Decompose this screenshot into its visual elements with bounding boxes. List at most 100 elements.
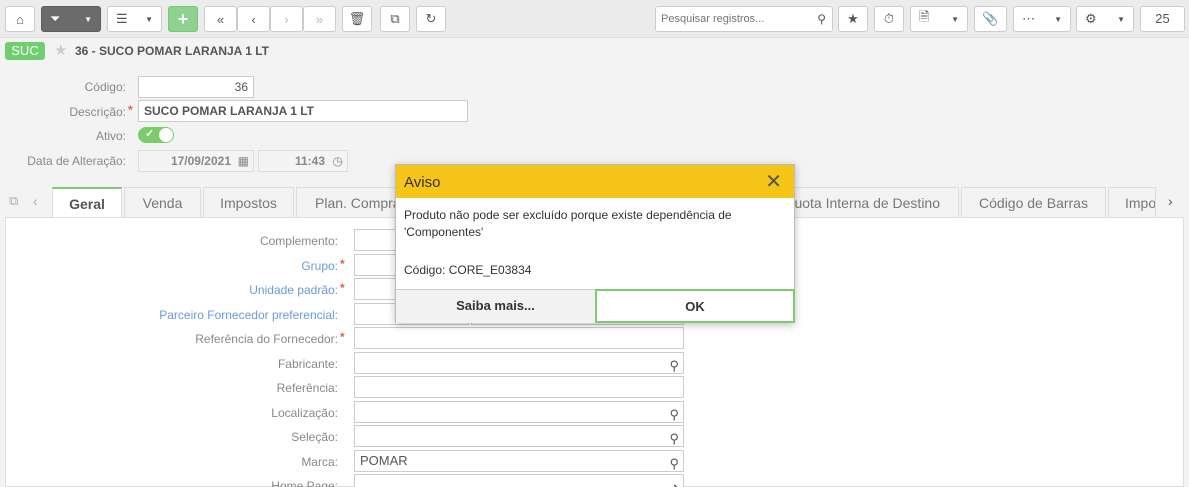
paperclip-icon: 📎 [982, 11, 999, 26]
previous-record-button[interactable]: ‹ [237, 6, 270, 32]
delete-button[interactable]: 🗑 [342, 6, 372, 32]
clock-icon: ◷ [332, 154, 343, 168]
unidade-padrao-label[interactable]: Unidade padrão: [6, 283, 338, 297]
codigo-field[interactable]: 36 [138, 76, 254, 98]
required-marker: * [340, 257, 345, 271]
learn-more-button[interactable]: Saiba mais... [396, 289, 595, 323]
close-icon[interactable]: ✕ [765, 169, 782, 194]
date-value: 17/09/2021 [170, 154, 231, 168]
tab-venda[interactable]: Venda [124, 187, 201, 217]
toggle-knob [159, 128, 173, 142]
arrow-right-icon[interactable]: ➜ [668, 478, 679, 487]
timer-button[interactable]: ⏱ [874, 6, 904, 32]
attachment-button[interactable]: 📎 [974, 6, 1007, 32]
fabricante-label: Fabricante: [277, 357, 338, 371]
codigo-label: Código: [84, 80, 126, 94]
search-icon[interactable]: ⚲ [817, 12, 826, 26]
home-button[interactable]: ⌂ [5, 6, 35, 32]
complemento-label: Complemento: [259, 234, 338, 248]
fabricante-field[interactable]: ⚲ [354, 352, 684, 374]
referencia-label: Referência: [276, 381, 338, 395]
warning-dialog: Aviso ✕ Produto não pode ser excluído po… [395, 164, 795, 323]
duplicate-button[interactable]: ⧉ [380, 6, 410, 32]
calendar-icon: ▦ [237, 154, 249, 168]
required-marker: * [340, 281, 345, 295]
dialog-message: Produto não pode ser excluído porque exi… [404, 208, 732, 239]
ok-button[interactable]: OK [595, 289, 795, 323]
required-marker: * [340, 330, 345, 344]
marca-value: POMAR [360, 453, 408, 468]
tab-geral[interactable]: Geral [52, 187, 122, 217]
refresh-icon: ↻ [425, 11, 437, 26]
star-icon: ★ [847, 11, 859, 26]
tab-codigo-barras[interactable]: Código de Barras [961, 187, 1106, 217]
selecao-label: Seleção: [291, 430, 338, 444]
data-alteracao-time: 11:43 ◷ [258, 150, 348, 172]
ellipsis-icon: ⋯ [1022, 11, 1035, 26]
search-input[interactable] [656, 7, 806, 31]
tab-impostos[interactable]: Impostos [203, 187, 294, 217]
more-actions-button[interactable]: ⋯ ▼ [1013, 6, 1071, 32]
double-chevron-left-icon: « [216, 11, 225, 27]
next-record-button[interactable]: › [270, 6, 303, 32]
referencia-field[interactable] [354, 376, 684, 398]
settings-button[interactable]: ⚙ ▼ [1076, 6, 1134, 32]
stopwatch-icon: ⏱ [883, 11, 895, 26]
dialog-title: Aviso [404, 174, 441, 191]
localizacao-label: Localização: [271, 406, 338, 420]
marca-field[interactable]: POMAR ⚲ [354, 450, 684, 472]
chevron-right-icon[interactable]: › [1168, 193, 1173, 209]
plus-icon: + [177, 8, 189, 29]
filter-icon: ⏷ [50, 11, 61, 26]
parceiro-fornecedor-label[interactable]: Parceiro Fornecedor preferencial: [6, 308, 338, 322]
filter-button[interactable]: ⏷ ▼ [41, 6, 101, 32]
toolbar: ⌂ ⏷ ▼ ☰ ▼ + « ‹ › » 🗑 ⧉ ↻ ⚲ ★ ⏱ 🗎 ▼ [0, 0, 1189, 38]
descricao-field[interactable]: SUCO POMAR LARANJA 1 LT [138, 100, 468, 122]
home-page-field[interactable]: ➜ [354, 474, 684, 487]
tab-plan-compras[interactable]: Plan. Compras [296, 187, 406, 217]
ativo-label: Ativo: [95, 129, 126, 143]
home-icon: ⌂ [16, 11, 24, 27]
copy-icon: ⧉ [390, 11, 400, 26]
file-icon: 🗎 [919, 9, 930, 24]
search-icon[interactable]: ⚲ [669, 429, 679, 449]
last-record-button[interactable]: » [303, 6, 336, 32]
chevron-down-icon: ▼ [84, 14, 92, 24]
dialog-error-code: Código: CORE_E03834 [404, 263, 532, 277]
search-icon[interactable]: ⚲ [669, 405, 679, 425]
chevron-down-icon: ▼ [1054, 14, 1062, 24]
search-icon[interactable]: ⚲ [669, 454, 679, 474]
page-size-field[interactable]: 25 [1140, 6, 1185, 32]
home-page-label: Home Page: [271, 479, 338, 487]
export-button[interactable]: 🗎 ▼ [910, 6, 968, 32]
chevron-left-icon: ‹ [251, 11, 256, 27]
module-badge: SUC [5, 42, 45, 60]
first-record-button[interactable]: « [204, 6, 237, 32]
localizacao-field[interactable]: ⚲ [354, 401, 684, 423]
star-icon[interactable]: ★ [54, 41, 67, 59]
chevron-left-icon[interactable]: ‹ [33, 193, 38, 209]
ativo-toggle[interactable]: ✓ [138, 127, 174, 143]
grupo-label[interactable]: Grupo: [6, 259, 338, 273]
favorite-button[interactable]: ★ [838, 6, 868, 32]
add-button[interactable]: + [168, 6, 198, 32]
search-box: ⚲ [655, 6, 833, 32]
chevron-right-icon: › [284, 11, 289, 27]
marca-label: Marca: [301, 455, 338, 469]
dialog-header: Aviso ✕ [396, 165, 794, 198]
time-value: 11:43 [294, 154, 325, 168]
refresh-button[interactable]: ↻ [416, 6, 446, 32]
list-icon: ☰ [116, 11, 128, 26]
descricao-label: Descrição: [69, 105, 126, 119]
double-chevron-right-icon: » [315, 11, 324, 27]
title-row: SUC ★ 36 - SUCO POMAR LARANJA 1 LT [0, 39, 1189, 64]
tab-impo[interactable]: Impo [1108, 187, 1156, 217]
search-icon[interactable]: ⚲ [669, 356, 679, 376]
copy-tabs-icon[interactable]: ⧉ [9, 193, 18, 209]
referencia-fornecedor-field[interactable] [354, 327, 684, 349]
referencia-fornecedor-label: Referência do Fornecedor: [195, 332, 338, 346]
grid-view-button[interactable]: ☰ ▼ [107, 6, 162, 32]
chevron-down-icon: ▼ [1117, 14, 1125, 24]
selecao-field[interactable]: ⚲ [354, 425, 684, 447]
trash-icon: 🗑 [348, 11, 366, 26]
